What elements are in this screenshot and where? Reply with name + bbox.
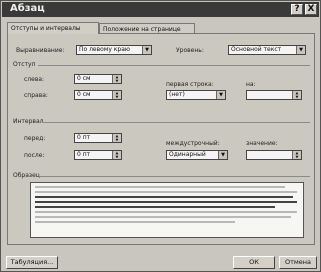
line-spacing-value: Одинарный: [169, 151, 206, 158]
indent-by-label: на:: [246, 81, 256, 88]
indent-left-label: слева:: [24, 76, 45, 83]
alignment-value: По левому краю: [79, 46, 130, 53]
chevron-down-icon[interactable]: ▼: [216, 91, 225, 99]
help-button[interactable]: ?: [291, 4, 303, 15]
preview-line: [35, 201, 297, 203]
first-line-label: первая строка:: [166, 81, 214, 88]
spinner-arrows-icon[interactable]: ▲ ▼: [292, 151, 301, 159]
cancel-button[interactable]: Отмена: [279, 256, 317, 269]
spinner-arrows-icon[interactable]: ▲ ▼: [112, 134, 121, 142]
line-spacing-label: междустрочный:: [166, 140, 220, 147]
preview-line: [35, 221, 235, 223]
spacing-after-field[interactable]: 0 пт ▲ ▼: [74, 150, 122, 160]
ok-button[interactable]: ОК: [233, 256, 275, 269]
spinner-arrows-icon[interactable]: ▲ ▼: [112, 91, 121, 99]
indent-section-label: Отступ: [13, 61, 36, 68]
chevron-down-icon[interactable]: ▼: [296, 46, 305, 54]
chevron-down-icon[interactable]: ▼: [218, 151, 227, 159]
spinner-arrows-icon[interactable]: ▲ ▼: [112, 75, 121, 83]
preview-section-label: Образец: [13, 172, 40, 179]
tabs-button[interactable]: Табуляция...: [6, 256, 58, 269]
indent-right-label: справа:: [24, 92, 48, 99]
spacing-value-label: значение:: [246, 140, 278, 147]
indent-right-field[interactable]: 0 см ▲ ▼: [74, 90, 122, 100]
spacing-section-label: Интервал: [13, 118, 44, 125]
line-spacing-select[interactable]: Одинарный ▼: [166, 150, 228, 160]
preview-line: [35, 196, 293, 198]
spacing-before-value: 0 пт: [77, 134, 91, 141]
preview-line: [35, 191, 297, 193]
alignment-label: Выравнивание:: [16, 47, 65, 54]
first-line-value: (нет): [169, 91, 185, 98]
preview-line: [35, 206, 275, 208]
indent-left-value: 0 см: [77, 75, 91, 82]
indent-right-value: 0 см: [77, 91, 91, 98]
spinner-arrows-icon[interactable]: ▲ ▼: [292, 91, 301, 99]
spacing-after-value: 0 пт: [77, 151, 91, 158]
indent-left-field[interactable]: 0 см ▲ ▼: [74, 74, 122, 84]
tab-line-page-breaks[interactable]: Положение на странице: [99, 23, 195, 33]
preview-line: [35, 211, 297, 213]
level-value: Основной текст: [231, 46, 282, 53]
level-label: Уровень:: [176, 47, 204, 54]
spacing-value-field[interactable]: ▲ ▼: [246, 150, 302, 160]
tab-indents-spacing[interactable]: Отступы и интервалы: [7, 22, 99, 34]
indent-by-field[interactable]: ▲ ▼: [246, 90, 302, 100]
preview-line: [35, 216, 291, 218]
paragraph-dialog: Абзац ? X Отступы и интервалы Положение …: [0, 0, 321, 272]
level-select[interactable]: Основной текст ▼: [228, 45, 306, 55]
title-bar[interactable]: Абзац ? X: [2, 2, 319, 17]
dialog-title: Абзац: [10, 3, 45, 14]
preview-box: [30, 182, 304, 238]
close-button[interactable]: X: [305, 4, 317, 15]
spacing-before-label: перед:: [24, 135, 46, 142]
spinner-arrows-icon[interactable]: ▲ ▼: [112, 151, 121, 159]
spacing-before-field[interactable]: 0 пт ▲ ▼: [74, 133, 122, 143]
section-divider: [40, 176, 310, 177]
chevron-down-icon[interactable]: ▼: [142, 46, 151, 54]
preview-line: [35, 186, 285, 188]
section-divider: [42, 122, 310, 123]
section-divider: [38, 65, 310, 66]
first-line-select[interactable]: (нет) ▼: [166, 90, 226, 100]
spacing-after-label: после:: [24, 152, 45, 159]
alignment-select[interactable]: По левому краю ▼: [76, 45, 152, 55]
